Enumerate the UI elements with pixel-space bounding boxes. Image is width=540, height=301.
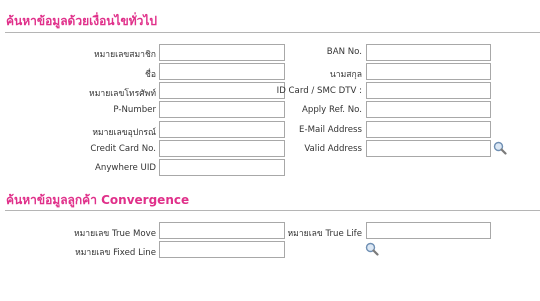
anywhere-uid-label: Anywhere UID <box>95 163 156 173</box>
convergence-search-title: ค้นหาข้อมูลลูกค้า Convergence <box>6 193 190 207</box>
email-label: E-Mail Address <box>299 125 362 135</box>
divider <box>5 210 540 211</box>
apply-ref-label: Apply Ref. No. <box>302 105 362 115</box>
search-icon[interactable] <box>365 242 379 256</box>
member-no-input[interactable] <box>159 44 285 61</box>
surname-label: นามสกุล <box>329 70 362 80</box>
true-life-label: หมายเลข True Life <box>287 229 362 239</box>
credit-card-label: Credit Card No. <box>90 144 156 154</box>
surname-input[interactable] <box>366 63 491 80</box>
name-label: ชื่อ <box>145 70 156 80</box>
p-number-input[interactable] <box>159 101 285 118</box>
search-icon[interactable] <box>493 141 507 155</box>
name-input[interactable] <box>159 63 285 80</box>
credit-card-input[interactable] <box>159 140 285 157</box>
valid-address-input[interactable] <box>366 140 491 157</box>
id-card-input[interactable] <box>366 82 491 99</box>
anywhere-uid-input[interactable] <box>159 159 285 176</box>
phone-no-input[interactable] <box>159 82 285 99</box>
member-no-label: หมายเลขสมาชิก <box>93 50 156 60</box>
divider <box>5 32 540 33</box>
phone-no-label: หมายเลขโทรศัพท์ <box>89 89 156 99</box>
id-card-label: ID Card / SMC DTV : <box>276 86 362 96</box>
apply-ref-input[interactable] <box>366 101 491 118</box>
device-no-label: หมายเลขอุปกรณ์ <box>92 128 156 138</box>
fixed-line-label: หมายเลข Fixed Line <box>75 248 156 258</box>
true-life-input[interactable] <box>366 222 491 239</box>
p-number-label: P-Number <box>113 105 156 115</box>
true-move-input[interactable] <box>159 222 285 239</box>
ban-no-input[interactable] <box>366 44 491 61</box>
email-input[interactable] <box>366 121 491 138</box>
valid-address-label: Valid Address <box>304 144 362 154</box>
fixed-line-input[interactable] <box>159 241 285 258</box>
general-search-title: ค้นหาข้อมูลด้วยเงื่อนไขทั่วไป <box>6 14 158 28</box>
ban-no-label: BAN No. <box>326 47 362 57</box>
true-move-label: หมายเลข True Move <box>73 229 156 239</box>
device-no-input[interactable] <box>159 121 285 138</box>
